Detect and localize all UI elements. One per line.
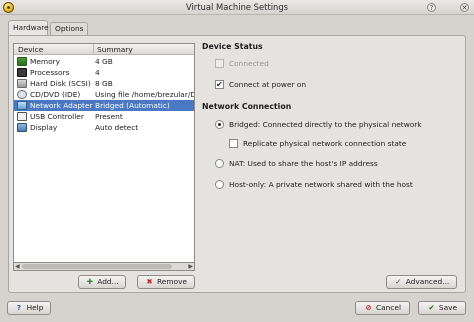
scroll-right-icon[interactable]: ▶ xyxy=(188,263,193,270)
processor-icon xyxy=(17,68,27,77)
memory-icon xyxy=(17,57,27,66)
device-row-hard-disk[interactable]: Hard Disk (SCSI) 8 GB xyxy=(14,78,194,89)
replicate-checkbox[interactable] xyxy=(229,139,238,148)
nat-label: NAT: Used to share the host's IP address xyxy=(229,159,378,168)
network-connection-heading: Network Connection xyxy=(202,102,292,111)
add-button-label: Add... xyxy=(97,277,119,286)
close-icon[interactable]: ✕ xyxy=(460,3,469,12)
network-adapter-icon xyxy=(17,101,27,110)
advanced-button-label: Advanced... xyxy=(405,277,450,286)
device-list-header: Device Summary xyxy=(14,44,194,55)
remove-button-label: Remove xyxy=(157,277,187,286)
cd-dvd-icon xyxy=(17,90,27,99)
help-icon[interactable]: ? xyxy=(427,3,436,12)
remove-icon: ✖ xyxy=(146,277,153,286)
device-summary: 8 GB xyxy=(95,79,113,88)
device-row-usb-controller[interactable]: USB Controller Present xyxy=(14,111,194,122)
column-header-summary[interactable]: Summary xyxy=(93,44,133,54)
help-book-icon: ? xyxy=(16,303,22,312)
wrench-icon: ✓ xyxy=(395,277,402,286)
device-row-network-adapter[interactable]: Network Adapter Bridged (Automatic) xyxy=(14,100,194,111)
replicate-label: Replicate physical network connection st… xyxy=(243,139,407,148)
device-name: Processors xyxy=(30,68,70,77)
device-summary: Auto detect xyxy=(95,123,139,132)
save-button[interactable]: ✔ Save xyxy=(418,301,466,315)
device-name: Network Adapter xyxy=(30,101,93,110)
nat-radio[interactable] xyxy=(215,159,224,168)
device-name: Memory xyxy=(30,57,61,66)
help-button-label: Help xyxy=(26,303,44,312)
check-icon: ✔ xyxy=(428,303,435,312)
bridged-radio[interactable] xyxy=(215,120,224,129)
connected-label: Connected xyxy=(229,59,269,68)
tab-options[interactable]: Options xyxy=(50,22,88,35)
plus-icon: ✚ xyxy=(86,277,93,286)
device-name: CD/DVD (IDE) xyxy=(30,90,81,99)
device-status-heading: Device Status xyxy=(202,42,263,51)
device-name: USB Controller xyxy=(30,112,84,121)
usb-controller-icon xyxy=(17,112,27,121)
bridged-label: Bridged: Connected directly to the physi… xyxy=(229,120,422,129)
cancel-button[interactable]: ⊘ Cancel xyxy=(355,301,410,315)
display-icon xyxy=(17,123,27,132)
device-row-display[interactable]: Display Auto detect xyxy=(14,122,194,133)
save-button-label: Save xyxy=(438,303,458,312)
column-header-device[interactable]: Device xyxy=(18,45,43,54)
scrollbar-thumb[interactable] xyxy=(22,264,172,269)
scroll-left-icon[interactable]: ◀ xyxy=(15,263,20,270)
device-row-processors[interactable]: Processors 4 xyxy=(14,67,194,78)
title-bar: Virtual Machine Settings ? ✕ xyxy=(0,0,474,15)
tab-hardware[interactable]: Hardware xyxy=(8,20,49,36)
horizontal-scrollbar[interactable]: ◀ ▶ xyxy=(13,262,195,271)
help-button[interactable]: ? Help xyxy=(7,301,51,315)
host-only-radio[interactable] xyxy=(215,180,224,189)
device-summary: Present xyxy=(95,112,123,121)
window-title: Virtual Machine Settings xyxy=(185,2,289,12)
device-name: Hard Disk (SCSI) xyxy=(30,79,91,88)
cancel-button-label: Cancel xyxy=(375,303,402,312)
device-summary: 4 GB xyxy=(95,57,113,66)
device-summary: 4 xyxy=(95,68,100,77)
add-device-button[interactable]: ✚ Add... xyxy=(78,275,126,289)
device-summary: Using file /home/brezular/Do xyxy=(95,90,194,99)
device-row-memory[interactable]: Memory 4 GB xyxy=(14,56,194,67)
remove-device-button[interactable]: ✖ Remove xyxy=(137,275,195,289)
connect-at-power-on-checkbox[interactable] xyxy=(215,79,224,90)
device-summary: Bridged (Automatic) xyxy=(95,101,170,110)
device-name: Display xyxy=(30,123,58,132)
host-only-label: Host-only: A private network shared with… xyxy=(229,180,413,189)
hard-disk-icon xyxy=(17,79,27,88)
cancel-icon: ⊘ xyxy=(365,303,372,312)
device-list[interactable]: Device Summary Memory 4 GB Processors 4 … xyxy=(13,43,195,271)
device-row-cd-dvd[interactable]: CD/DVD (IDE) Using file /home/brezular/D… xyxy=(14,89,194,100)
connected-checkbox[interactable] xyxy=(215,59,224,68)
advanced-button[interactable]: ✓ Advanced... xyxy=(386,275,457,289)
connect-at-power-on-label: Connect at power on xyxy=(229,80,307,89)
